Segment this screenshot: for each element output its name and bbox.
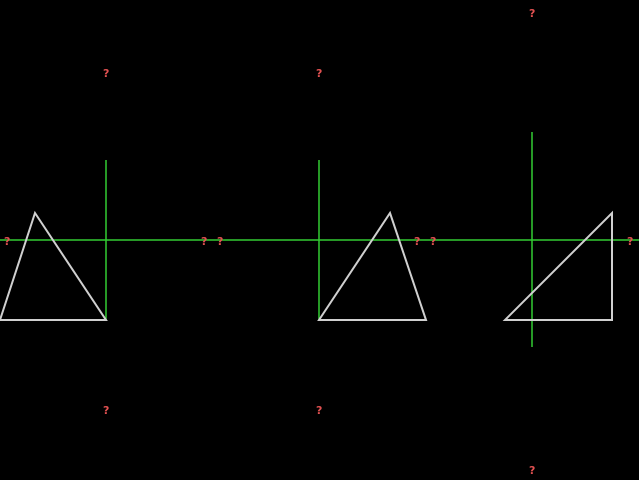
marker-middle-east: ? xyxy=(414,235,420,248)
marker-middle-west: ? xyxy=(217,235,223,248)
panel-left: ? ? ? ? xyxy=(0,67,207,417)
marker-left-west: ? xyxy=(4,235,10,248)
marker-right-top: ? xyxy=(529,7,535,20)
marker-left-east: ? xyxy=(201,235,207,248)
diagram-canvas: ? ? ? ? ? ? ? ? ? ? ? ? xyxy=(0,0,639,480)
panel-middle: ? ? ? ? xyxy=(217,67,428,417)
marker-right-west: ? xyxy=(430,235,436,248)
triangle-right xyxy=(502,210,613,321)
marker-right-bottom: ? xyxy=(529,464,535,477)
panel-right: ? ? ? ? xyxy=(430,7,633,477)
marker-right-east: ? xyxy=(627,235,633,248)
marker-middle-bottom: ? xyxy=(316,404,322,417)
marker-left-top: ? xyxy=(103,67,109,80)
triangle-left xyxy=(0,210,108,321)
marker-middle-top: ? xyxy=(316,67,322,80)
triangle-middle xyxy=(317,210,428,321)
marker-left-bottom: ? xyxy=(103,404,109,417)
